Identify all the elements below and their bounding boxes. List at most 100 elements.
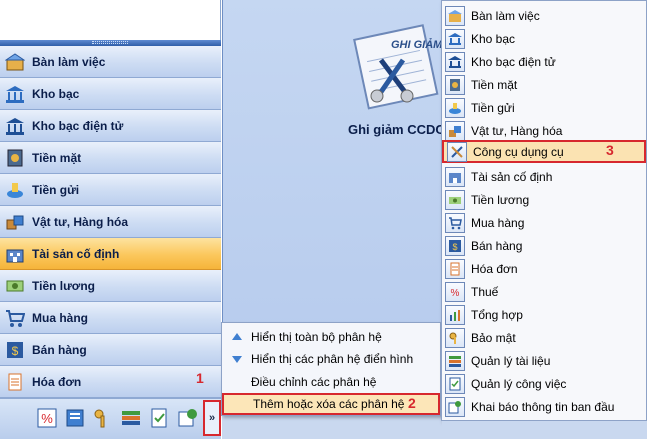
module-item-security[interactable]: Bảo mật bbox=[442, 326, 646, 349]
step-number-1: 1 bbox=[196, 370, 204, 386]
books-icon[interactable] bbox=[120, 407, 142, 429]
module-item-document-management[interactable]: Quản lý tài liệu bbox=[442, 349, 646, 372]
nav-item-fixed-assets[interactable]: Tài sản cố định bbox=[0, 238, 221, 270]
module-item-sales[interactable]: $ Bán hàng bbox=[442, 234, 646, 257]
status-strip bbox=[222, 416, 442, 439]
module-item-salary[interactable]: Tiền lương bbox=[442, 188, 646, 211]
module-item-deposit[interactable]: Tiền gửi bbox=[442, 96, 646, 119]
module-item-invoice[interactable]: Hóa đơn bbox=[442, 257, 646, 280]
menu-item-label: Hiển thị toàn bộ phân hệ bbox=[251, 330, 382, 344]
desk-icon bbox=[445, 5, 465, 26]
chevron-right-icon: » bbox=[208, 412, 216, 424]
nav-overflow-toolbar: % bbox=[0, 398, 221, 439]
invoice-icon bbox=[445, 258, 465, 279]
module-item-e-treasury[interactable]: Kho bạc điện tử bbox=[442, 50, 646, 73]
sales-icon: $ bbox=[445, 235, 465, 256]
module-item-label: Quản lý tài liệu bbox=[471, 353, 551, 368]
module-item-label: Tài sản cố định bbox=[471, 169, 553, 184]
setup-icon[interactable] bbox=[176, 407, 198, 429]
svg-text:%: % bbox=[451, 288, 460, 299]
nav-item-label: Kho bạc điện tử bbox=[32, 118, 124, 133]
module-item-initial-setup[interactable]: Khai báo thông tin ban đầu bbox=[442, 395, 646, 418]
sales-icon: $ bbox=[4, 339, 26, 361]
menu-item-show-all-modules[interactable]: Hiển thị toàn bộ phân hệ bbox=[222, 326, 440, 348]
navigation-pane: Bàn làm việc Kho bạc Kho bạc điện tử Tiề… bbox=[0, 46, 221, 398]
nav-item-label: Tiền mặt bbox=[32, 150, 82, 165]
nav-item-label: Mua hàng bbox=[32, 310, 88, 325]
module-item-desk[interactable]: Bàn làm việc bbox=[442, 4, 646, 27]
menu-item-label: Điều chỉnh các phân hệ bbox=[251, 375, 377, 389]
svg-text:$: $ bbox=[452, 242, 457, 252]
module-item-label: Bàn làm việc bbox=[471, 8, 540, 23]
nav-overflow-chevron-button[interactable]: » bbox=[203, 400, 221, 436]
module-item-task-management[interactable]: Quản lý công việc bbox=[442, 372, 646, 395]
nav-item-label: Kho bạc bbox=[32, 86, 80, 101]
safe-icon bbox=[445, 74, 465, 95]
module-item-label: Tiền mặt bbox=[471, 77, 518, 92]
documents-icon[interactable] bbox=[148, 407, 170, 429]
menu-item-adjust-modules[interactable]: Điều chỉnh các phân hệ bbox=[222, 371, 440, 393]
module-item-label: Khai báo thông tin ban đầu bbox=[471, 399, 615, 414]
nav-item-deposit[interactable]: Tiền gửi bbox=[0, 174, 221, 206]
module-item-label: Hóa đơn bbox=[471, 261, 518, 276]
treasury-icon bbox=[4, 83, 26, 105]
module-item-label: Mua hàng bbox=[471, 215, 525, 230]
fixed-assets-icon bbox=[445, 166, 465, 187]
module-item-tax[interactable]: % Thuế bbox=[442, 280, 646, 303]
e-treasury-icon bbox=[4, 115, 26, 137]
module-item-label: Kho bạc bbox=[471, 31, 516, 46]
tax-icon: % bbox=[445, 281, 465, 302]
nav-item-materials[interactable]: Vật tư, Hàng hóa bbox=[0, 206, 221, 238]
nav-item-cash[interactable]: Tiền mặt bbox=[0, 142, 221, 174]
nav-item-label: Tài sản cố định bbox=[32, 246, 120, 261]
arrow-up-icon bbox=[230, 330, 244, 344]
tools-icon bbox=[447, 141, 467, 162]
deposit-icon bbox=[445, 97, 465, 118]
nav-item-label: Tiền lương bbox=[32, 278, 95, 293]
e-treasury-icon bbox=[445, 51, 465, 72]
nav-item-salary[interactable]: Tiền lương bbox=[0, 270, 221, 302]
step-number-2: 2 bbox=[408, 395, 416, 411]
left-pane-blank-area bbox=[0, 0, 221, 42]
module-item-label: Công cụ dụng cụ bbox=[473, 144, 564, 159]
deposit-icon bbox=[4, 179, 26, 201]
nav-item-invoice[interactable]: Hóa đơn bbox=[0, 366, 221, 398]
splitter-grip[interactable] bbox=[92, 41, 128, 44]
module-item-label: Tiền lương bbox=[471, 192, 530, 207]
salary-icon bbox=[4, 275, 26, 297]
cart-icon bbox=[445, 212, 465, 233]
module-item-materials[interactable]: Vật tư, Hàng hóa bbox=[442, 119, 646, 142]
svg-text:$: $ bbox=[12, 344, 19, 358]
status-strip-right bbox=[442, 421, 647, 439]
treasury-icon bbox=[445, 28, 465, 49]
module-item-purchase[interactable]: Mua hàng bbox=[442, 211, 646, 234]
module-item-label: Tổng hợp bbox=[471, 307, 523, 322]
keys-icon bbox=[445, 327, 465, 348]
reduce-tools-icon[interactable]: GHI GIẢM bbox=[347, 20, 443, 116]
summary-icon bbox=[445, 304, 465, 325]
module-item-label: Thuế bbox=[471, 284, 499, 299]
module-item-cash[interactable]: Tiền mặt bbox=[442, 73, 646, 96]
module-item-tools[interactable]: Công cụ dụng cụ bbox=[442, 140, 646, 163]
nav-item-e-treasury[interactable]: Kho bạc điện tử bbox=[0, 110, 221, 142]
books-icon bbox=[445, 350, 465, 371]
materials-icon bbox=[4, 211, 26, 233]
tax-icon[interactable]: % bbox=[36, 407, 58, 429]
nav-item-desk[interactable]: Bàn làm việc bbox=[0, 46, 221, 78]
module-item-summary[interactable]: Tổng hợp bbox=[442, 303, 646, 326]
feature-title[interactable]: Ghi giảm CCDC bbox=[348, 122, 445, 137]
nav-item-treasury[interactable]: Kho bạc bbox=[0, 78, 221, 110]
nav-item-sales[interactable]: $ Bán hàng bbox=[0, 334, 221, 366]
setup-icon bbox=[445, 396, 465, 417]
step-number-3: 3 bbox=[606, 142, 614, 158]
module-item-label: Kho bạc điện tử bbox=[471, 54, 556, 69]
reports-icon[interactable] bbox=[64, 407, 86, 429]
nav-item-label: Bán hàng bbox=[32, 342, 87, 357]
keys-icon[interactable] bbox=[92, 407, 114, 429]
module-item-treasury[interactable]: Kho bạc bbox=[442, 27, 646, 50]
module-item-fixed-assets[interactable]: Tài sản cố định bbox=[442, 165, 646, 188]
arrow-down-icon bbox=[230, 352, 244, 366]
nav-item-purchase[interactable]: Mua hàng bbox=[0, 302, 221, 334]
menu-item-show-typical-modules[interactable]: Hiển thị các phân hệ điển hình bbox=[222, 348, 440, 370]
salary-icon bbox=[445, 189, 465, 210]
